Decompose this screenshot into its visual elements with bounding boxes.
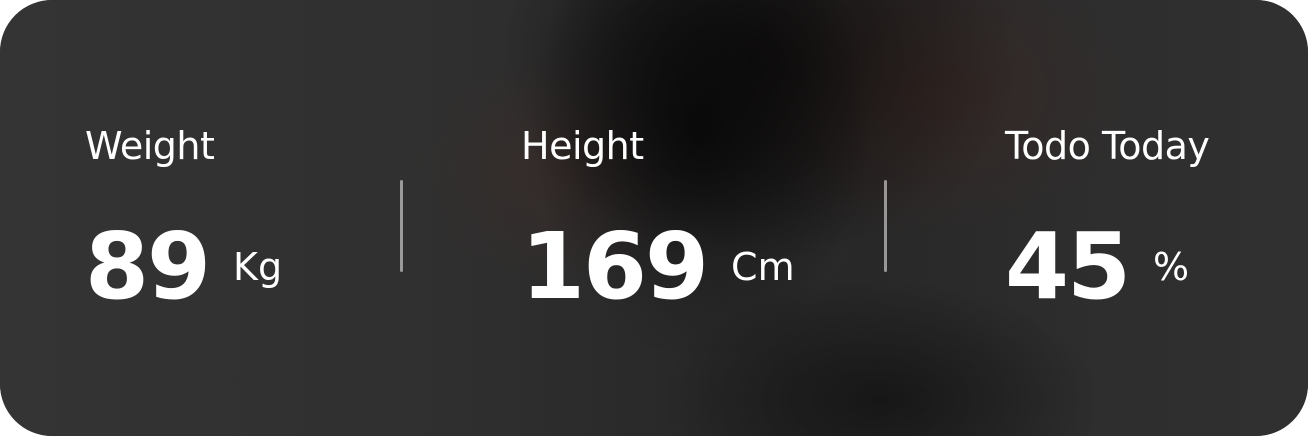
todo-today-label: Todo Today: [1005, 124, 1210, 168]
height-unit: Cm: [731, 245, 795, 289]
divider: [884, 180, 887, 272]
weight-value-row: 89 Kg: [85, 212, 282, 322]
divider: [400, 180, 403, 272]
todo-today-value-row: 45 %: [1005, 212, 1189, 322]
height-value: 169: [521, 213, 709, 320]
height-label: Height: [521, 124, 644, 168]
weight-unit: Kg: [233, 245, 283, 289]
todo-today-value: 45: [1005, 213, 1131, 320]
weight-label: Weight: [85, 124, 215, 168]
stats-card: Weight 89 Kg Height 169 Cm Todo Today 45…: [0, 0, 1308, 436]
height-value-row: 169 Cm: [521, 212, 795, 322]
todo-today-unit: %: [1153, 245, 1190, 289]
weight-value: 89: [85, 213, 211, 320]
